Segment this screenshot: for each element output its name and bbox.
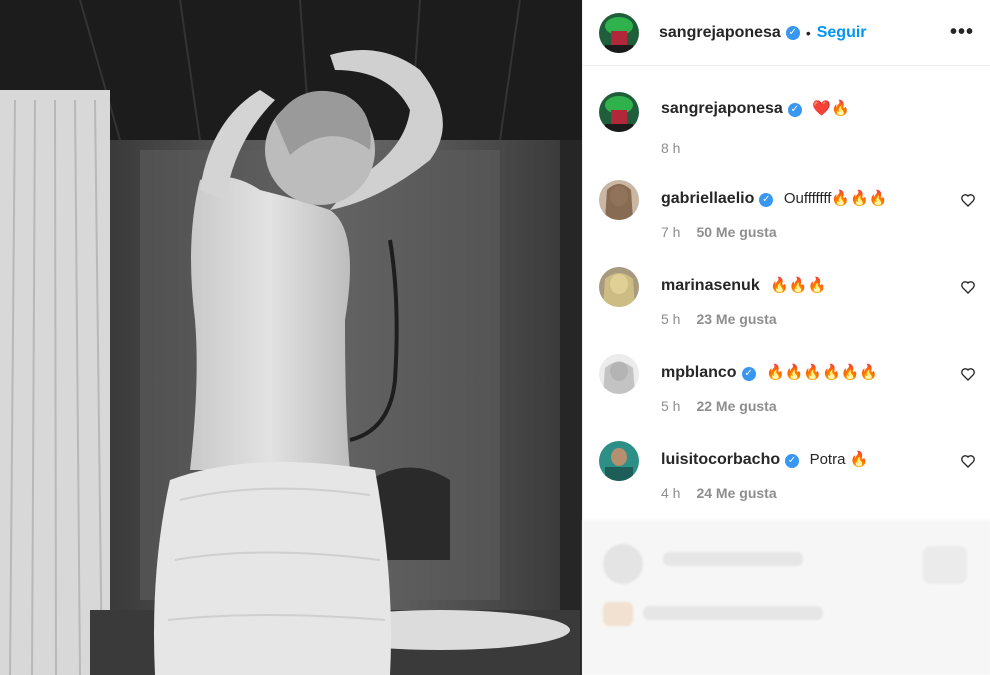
comment-username[interactable]: gabriellaelio [661,190,754,207]
comment-text: 🔥🔥🔥🔥🔥🔥 [766,364,879,381]
caption-username[interactable]: sangrejaponesa [661,100,783,117]
caption-time[interactable]: 8 h [661,140,680,156]
commenter-avatar[interactable] [599,354,639,394]
comment-time[interactable]: 5 h [661,311,680,327]
heart-outline-icon[interactable] [960,366,976,382]
verified-badge-icon: ✓ [785,25,800,40]
comment-text: 🔥🔥🔥 [770,277,827,294]
heart-outline-icon[interactable] [960,453,976,469]
verified-badge-icon: ✓ [741,367,756,381]
comment-username[interactable]: mpblanco [661,364,737,381]
comment-item: gabriellaelio ✓ Oufffffff🔥🔥🔥 7 h 50 Me gus… [599,180,976,240]
separator-dot: • [805,24,811,41]
comment-username[interactable]: luisitocorbacho [661,451,780,468]
heart-outline-icon[interactable] [960,192,976,208]
heart-outline-icon[interactable] [960,279,976,295]
author-avatar[interactable] [599,12,639,53]
comment-likes[interactable]: 50 Me gusta [696,224,776,240]
comment-likes[interactable]: 24 Me gusta [696,485,776,501]
comment-time[interactable]: 7 h [661,224,680,240]
comment-item: luisitocorbacho ✓ Potra 🔥 4 h 24 Me gusta [599,441,976,501]
post-photo[interactable] [0,0,582,675]
comment-text: Oufffffff🔥🔥🔥 [783,190,888,207]
comment-likes[interactable]: 23 Me gusta [696,311,776,327]
commenter-avatar[interactable] [599,441,639,481]
comment-time[interactable]: 4 h [661,485,680,501]
comment-username[interactable]: marinasenuk [661,277,760,294]
verified-badge-icon: ✓ [787,103,802,117]
comment-text: Potra 🔥 [809,451,869,468]
comment-likes[interactable]: 22 Me gusta [696,398,776,414]
commenter-avatar[interactable] [599,180,639,220]
comment-time[interactable]: 5 h [661,398,680,414]
post-side-panel: sangrejaponesa ✓ • Seguir ••• sangrejapo… [582,0,990,675]
comment-item: mpblanco ✓ 🔥🔥🔥🔥🔥🔥 5 h 22 Me gusta [599,354,976,414]
commenter-avatar[interactable] [599,267,639,307]
blurred-region [583,520,990,675]
follow-button[interactable]: Seguir [817,24,867,42]
caption-avatar[interactable] [599,92,639,132]
author-username[interactable]: sangrejaponesa [659,24,781,42]
comment-item: marinasenuk 🔥🔥🔥 5 h 23 Me gusta [599,267,976,327]
more-options-icon[interactable]: ••• [950,21,974,44]
verified-badge-icon: ✓ [785,454,800,468]
post-caption: sangrejaponesa ✓ ❤️🔥 8 h [599,92,976,156]
post-header: sangrejaponesa ✓ • Seguir ••• [583,0,990,66]
caption-text: ❤️🔥 [812,100,850,117]
verified-badge-icon: ✓ [759,193,774,207]
